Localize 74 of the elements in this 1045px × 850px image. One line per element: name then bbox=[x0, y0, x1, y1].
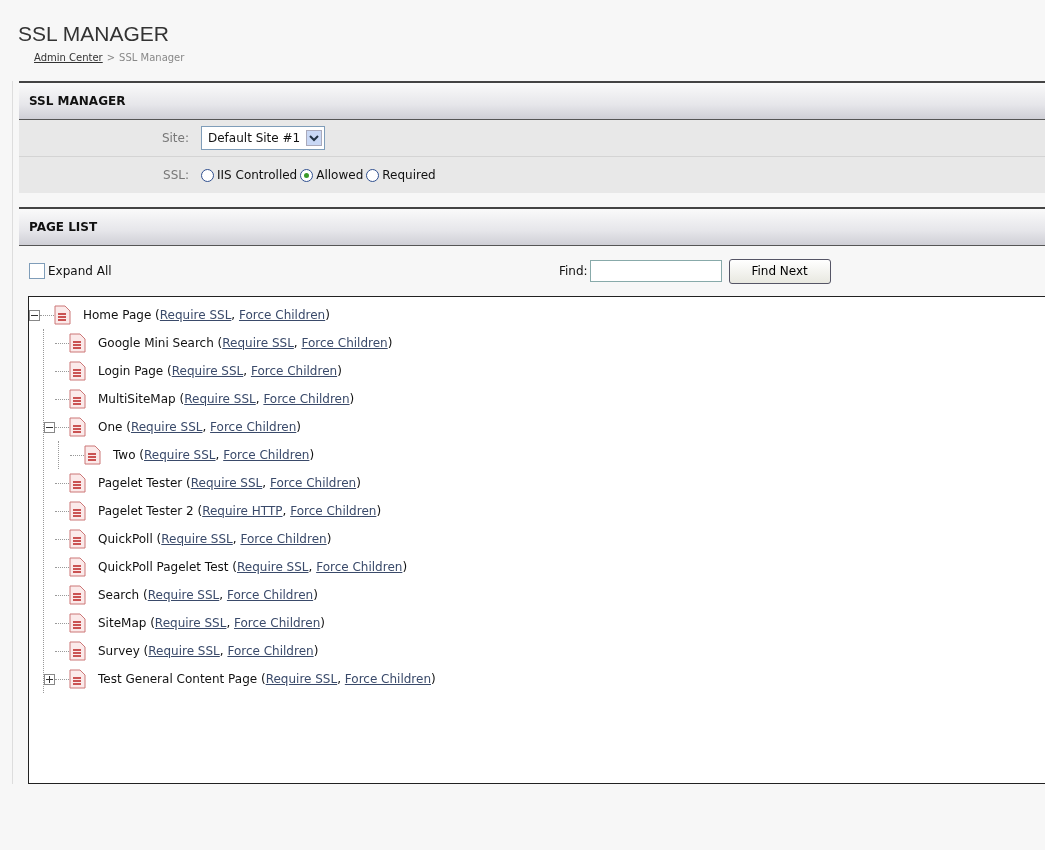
field-label: Site: bbox=[160, 131, 190, 145]
tree-link[interactable]: Force Children bbox=[263, 392, 350, 406]
tree-link[interactable]: Force Children bbox=[316, 560, 403, 574]
tree-link[interactable]: Force Children bbox=[290, 504, 377, 518]
page-name: Test General Content Page (Require SSL, Force Children) bbox=[98, 672, 436, 686]
tree-link[interactable]: Force Children bbox=[250, 364, 338, 378]
page-icon bbox=[69, 669, 86, 689]
tree-link[interactable]: Require HTTP bbox=[202, 504, 283, 518]
page-name: Pagelet Tester 2 (Require HTTP, Force Children) bbox=[98, 504, 382, 518]
tree-link[interactable]: Force Children bbox=[226, 588, 314, 602]
site-select[interactable]: Default Site #1 bbox=[201, 126, 326, 150]
tree-link[interactable]: Force Children bbox=[227, 644, 314, 658]
ssl-option[interactable]: IIS Controlled bbox=[201, 168, 298, 182]
find-label: Find: bbox=[559, 264, 588, 278]
page-name: MultiSiteMap (Require SSL, Force Children) bbox=[98, 392, 355, 406]
tree-link[interactable]: Require SSL bbox=[161, 532, 233, 546]
page-icon bbox=[69, 613, 86, 633]
tree-link[interactable]: Require SSL bbox=[184, 392, 256, 406]
section-header: PAGE LIST bbox=[19, 207, 1045, 246]
breadcrumb-current: SSL Manager bbox=[119, 52, 185, 63]
page-icon bbox=[69, 501, 86, 521]
find-field[interactable] bbox=[589, 260, 722, 282]
tree-link[interactable]: Force Children bbox=[344, 672, 432, 686]
tree-link[interactable]: Require SSL bbox=[144, 448, 216, 462]
page-icon bbox=[69, 333, 86, 353]
page-icon bbox=[69, 585, 86, 605]
field-label: SSL: bbox=[162, 168, 190, 182]
page-icon bbox=[54, 305, 71, 325]
page-name: Home Page (Require SSL, Force Children) bbox=[83, 308, 330, 322]
tree-link[interactable]: Force Children bbox=[210, 420, 297, 434]
tree-link[interactable]: Force Children bbox=[223, 448, 310, 462]
page-icon bbox=[69, 529, 86, 549]
page-name: Two (Require SSL, Force Children) bbox=[113, 448, 315, 462]
page-name: One (Require SSL, Force Children) bbox=[98, 420, 301, 434]
collapse-toggle[interactable] bbox=[29, 309, 40, 321]
caret-icon bbox=[306, 130, 323, 146]
tree-link[interactable]: Force Children bbox=[239, 308, 326, 322]
collapse-toggle[interactable] bbox=[44, 421, 55, 433]
page-name: QuickPoll (Require SSL, Force Children) bbox=[98, 532, 332, 546]
page-icon bbox=[69, 417, 86, 437]
page-name: SiteMap (Require SSL, Force Children) bbox=[98, 616, 325, 630]
section-header: SSL MANAGER bbox=[19, 81, 1045, 120]
page-icon bbox=[84, 445, 101, 465]
radio-button[interactable] bbox=[366, 168, 380, 182]
tree-link[interactable]: Force Children bbox=[240, 532, 327, 546]
expand-toggle[interactable] bbox=[44, 673, 55, 685]
page-icon bbox=[69, 641, 86, 661]
tree-link[interactable]: Require SSL bbox=[237, 560, 309, 574]
page-icon bbox=[69, 473, 86, 493]
page-title: SSL MANAGER bbox=[18, 22, 170, 46]
ssl-option[interactable]: Allowed bbox=[300, 168, 364, 182]
tree-link[interactable]: Force Children bbox=[301, 336, 388, 350]
page-name: Pagelet Tester (Require SSL, Force Children) bbox=[98, 476, 361, 490]
radio-button[interactable] bbox=[201, 168, 214, 182]
tree-link[interactable]: Force Children bbox=[234, 616, 321, 630]
page-name: Search (Require SSL, Force Children) bbox=[98, 588, 318, 602]
radio-button[interactable] bbox=[300, 168, 314, 182]
find-next-button[interactable]: Find Next bbox=[728, 258, 831, 284]
tree-link[interactable]: Require SSL bbox=[222, 336, 294, 350]
page-name: QuickPoll Pagelet Test (Require SSL, Force Children) bbox=[98, 560, 408, 574]
page-name: Google Mini Search (Require SSL, Force Children) bbox=[98, 336, 393, 350]
tree-link[interactable]: Require SSL bbox=[148, 644, 220, 658]
ssl-option[interactable]: Required bbox=[366, 168, 436, 182]
breadcrumb-link[interactable]: Admin Center bbox=[34, 52, 103, 63]
breadcrumb-separator: > bbox=[106, 52, 116, 63]
page-icon bbox=[69, 389, 86, 409]
page-name: Survey (Require SSL, Force Children) bbox=[98, 644, 319, 658]
page-icon bbox=[69, 557, 86, 577]
plus-icon bbox=[46, 675, 53, 683]
tree-link[interactable]: Force Children bbox=[269, 476, 357, 490]
page-icon bbox=[69, 361, 86, 381]
checkbox[interactable] bbox=[29, 263, 45, 279]
checkbox-label: Expand All bbox=[48, 264, 112, 278]
page-name: Login Page (Require SSL, Force Children) bbox=[98, 364, 342, 378]
